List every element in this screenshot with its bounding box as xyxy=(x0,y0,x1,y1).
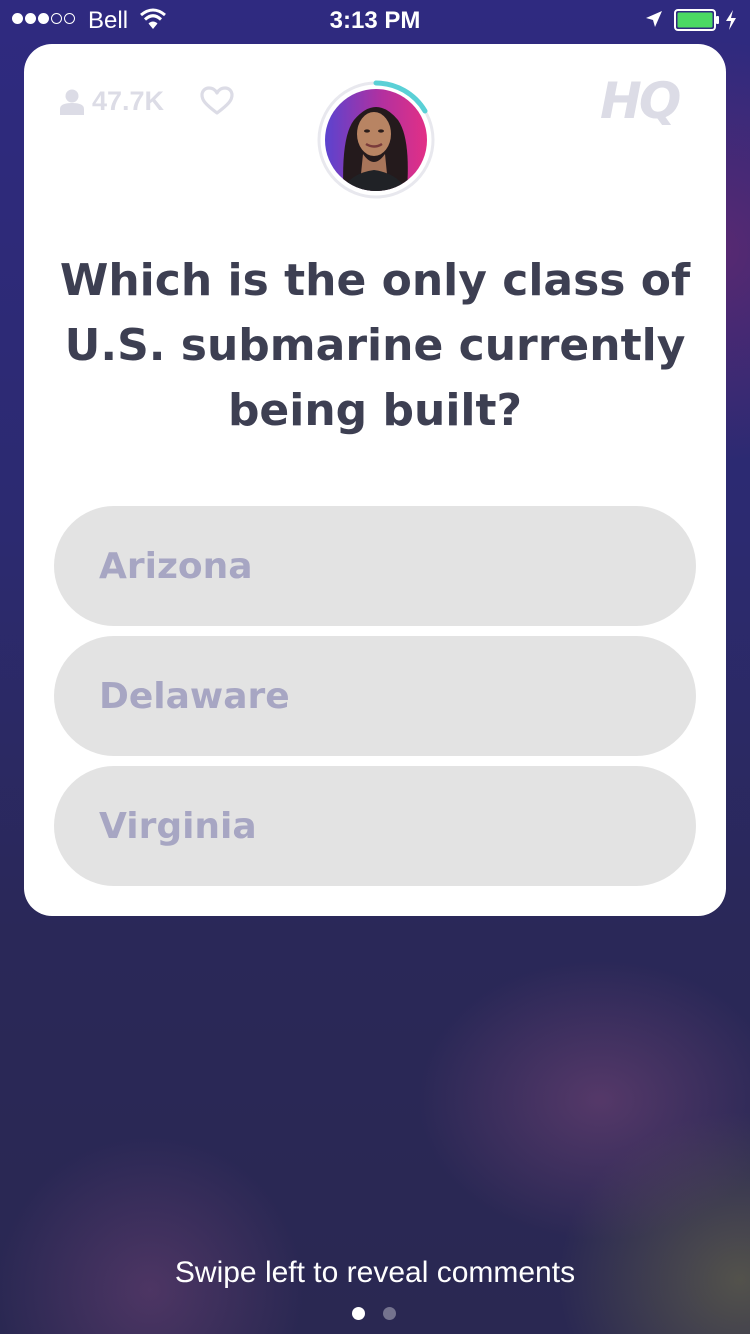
viewer-count-value: 47.7K xyxy=(92,86,165,116)
status-bar: Bell 3:13 PM xyxy=(0,0,750,40)
heart-icon[interactable] xyxy=(200,86,234,116)
page-dot-active[interactable] xyxy=(352,1307,365,1320)
hq-logo: HQ xyxy=(600,72,681,130)
answer-option-1[interactable]: Arizona xyxy=(54,506,696,626)
question-text: Which is the only class of U.S. submarin… xyxy=(59,255,691,436)
answer-option-2[interactable]: Delaware xyxy=(54,636,696,756)
bolt-icon xyxy=(726,10,736,30)
question-card: 47.7K HQ Which is the only class of U.S.… xyxy=(24,44,726,916)
clock: 3:13 PM xyxy=(329,7,421,34)
swipe-hint: Swipe left to reveal comments xyxy=(174,1256,576,1289)
page-indicator[interactable] xyxy=(352,1307,396,1320)
location-icon xyxy=(646,11,662,27)
host-avatar xyxy=(316,80,436,200)
answer-option-3[interactable]: Virginia xyxy=(54,766,696,886)
battery-icon xyxy=(674,9,719,31)
page-dot-inactive[interactable] xyxy=(383,1307,396,1320)
person-icon xyxy=(60,89,84,115)
viewer-count: 47.7K xyxy=(60,86,164,117)
